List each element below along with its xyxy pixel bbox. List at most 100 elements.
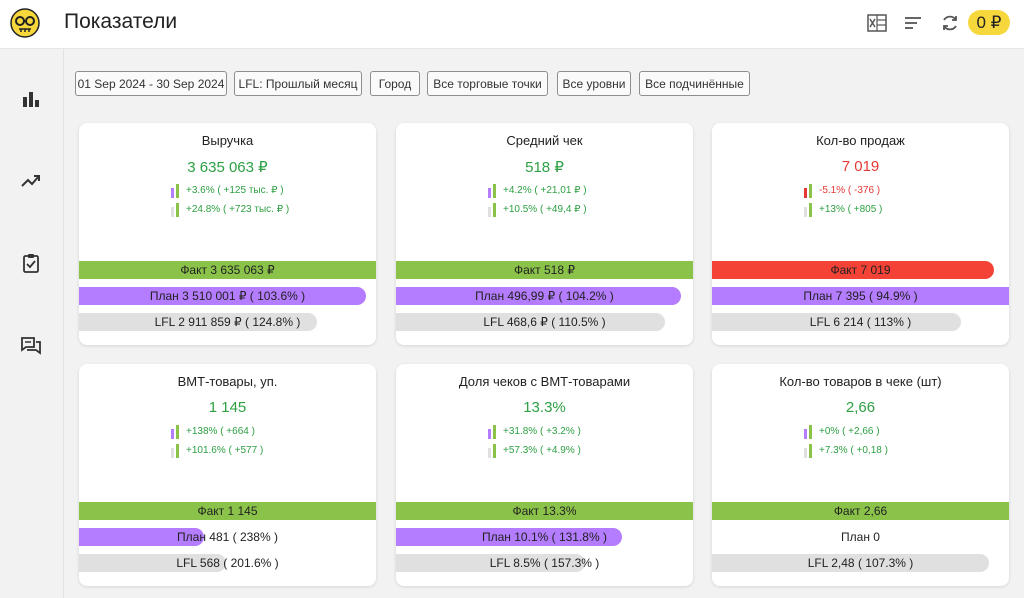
plan-bar: План 7 395 ( 94.9% ) (712, 287, 1009, 305)
subordinates-filter[interactable]: Все подчинённые (639, 71, 750, 96)
metric-value: 7 019 (841, 158, 880, 175)
levels-filter[interactable]: Все уровни (557, 71, 631, 96)
page-title: Показатели (64, 10, 178, 33)
plan-bar-label: План 496,99 ₽ ( 104.2% ) (475, 289, 614, 303)
metric-value: 2,66 (845, 399, 876, 416)
fact-bar: Факт 2,66 (712, 502, 1009, 520)
plan-bar-label: План 10.1% ( 131.8% ) (482, 530, 607, 544)
lfl-delta: +7.3% ( +0,18 ) (712, 444, 1009, 458)
plan-bar: План 481 ( 238% ) (79, 528, 376, 546)
skull-glasses-logo-icon[interactable] (10, 8, 40, 38)
lfl-bar: LFL 2 911 859 ₽ ( 124.8% ) (79, 313, 376, 331)
fact-bar: Факт 518 ₽ (396, 261, 693, 279)
plan-bar-label: План 3 510 001 ₽ ( 103.6% ) (149, 289, 306, 303)
plan-delta: +3.6% ( +125 тыс. ₽ ) (79, 184, 376, 198)
lfl-bar-label: LFL 568 ( 201.6% ) (176, 556, 279, 570)
clipboard-check-icon[interactable] (20, 252, 42, 274)
plan-compare-icon (171, 184, 179, 198)
lfl-delta-text: +13% ( +805 ) (819, 204, 883, 215)
plan-bar: План 3 510 001 ₽ ( 103.6% ) (79, 287, 376, 305)
bar-chart-icon[interactable] (20, 88, 42, 110)
metric-title: Доля чеков с ВМТ-товарами (458, 374, 631, 389)
refresh-icon[interactable] (939, 12, 961, 34)
plan-compare-icon (804, 184, 812, 198)
plan-bar-label: План 481 ( 238% ) (177, 530, 278, 544)
plan-bar-label: План 7 395 ( 94.9% ) (803, 289, 918, 303)
metric-card[interactable]: Кол-во продаж 7 019 -5.1% ( -376 ) +13% … (712, 123, 1009, 345)
metric-card[interactable]: Выручка 3 635 063 ₽ +3.6% ( +125 тыс. ₽ … (79, 123, 376, 345)
plan-delta-text: +3.6% ( +125 тыс. ₽ ) (186, 185, 284, 196)
lfl-delta-text: +10.5% ( +49,4 ₽ ) (503, 204, 587, 215)
plan-bar: План 496,99 ₽ ( 104.2% ) (396, 287, 693, 305)
plan-compare-icon (804, 425, 812, 439)
plan-delta-text: +4.2% ( +21,01 ₽ ) (503, 185, 587, 196)
metric-value: 13.3% (523, 399, 566, 416)
lfl-bar-label: LFL 8.5% ( 157.3% ) (489, 556, 600, 570)
plan-bar: План 10.1% ( 131.8% ) (396, 528, 693, 546)
fact-bar-label: Факт 3 635 063 ₽ (180, 263, 275, 277)
lfl-bar-label: LFL 6 214 ( 113% ) (809, 315, 912, 329)
metric-title: ВМТ-товары, уп. (177, 374, 278, 389)
plan-delta: +4.2% ( +21,01 ₽ ) (396, 184, 693, 198)
lfl-bar-label: LFL 2,48 ( 107.3% ) (807, 556, 914, 570)
sidebar (0, 49, 64, 598)
metric-title: Выручка (201, 133, 254, 148)
fact-bar-label: Факт 13.3% (512, 504, 577, 518)
date-range-filter[interactable]: 01 Sep 2024 - 30 Sep 2024 (75, 71, 227, 96)
lfl-delta: +24.8% ( +723 тыс. ₽ ) (79, 203, 376, 217)
plan-delta: +138% ( +664 ) (79, 425, 376, 439)
fact-bar: Факт 13.3% (396, 502, 693, 520)
lfl-delta-text: +7.3% ( +0,18 ) (819, 445, 888, 456)
plan-delta: +31.8% ( +3.2% ) (396, 425, 693, 439)
lfl-bar-label: LFL 2 911 859 ₽ ( 124.8% ) (154, 315, 301, 329)
fact-bar-label: Факт 518 ₽ (513, 263, 575, 277)
lfl-compare-icon (171, 203, 179, 217)
fact-bar-label: Факт 1 145 (197, 504, 258, 518)
lfl-compare-icon (488, 203, 496, 217)
plan-delta-text: +138% ( +664 ) (186, 426, 255, 437)
fact-bar-label: Факт 7 019 (830, 263, 891, 277)
lfl-delta: +10.5% ( +49,4 ₽ ) (396, 203, 693, 217)
metric-title: Средний чек (506, 133, 583, 148)
plan-delta-text: +31.8% ( +3.2% ) (503, 426, 581, 437)
top-bar: Показатели 0 ₽ (0, 0, 1024, 49)
lfl-delta-text: +101.6% ( +577 ) (186, 445, 264, 456)
lfl-bar: LFL 6 214 ( 113% ) (712, 313, 1009, 331)
plan-compare-icon (171, 425, 179, 439)
metric-card[interactable]: Доля чеков с ВМТ-товарами 13.3% +31.8% (… (396, 364, 693, 586)
sort-lines-icon[interactable] (902, 12, 924, 34)
trending-up-icon[interactable] (20, 170, 42, 192)
lfl-delta-text: +24.8% ( +723 тыс. ₽ ) (186, 204, 290, 215)
lfl-compare-icon (488, 444, 496, 458)
plan-bar: План 0 (712, 528, 1009, 546)
stores-filter[interactable]: Все торговые точки (427, 71, 548, 96)
plan-delta-text: +0% ( +2,66 ) (819, 426, 880, 437)
plan-compare-icon (488, 184, 496, 198)
metric-card[interactable]: ВМТ-товары, уп. 1 145 +138% ( +664 ) +10… (79, 364, 376, 586)
fact-bar: Факт 1 145 (79, 502, 376, 520)
lfl-bar: LFL 8.5% ( 157.3% ) (396, 554, 693, 572)
lfl-bar-label: LFL 468,6 ₽ ( 110.5% ) (483, 315, 606, 329)
lfl-compare-icon (171, 444, 179, 458)
metric-value: 1 145 (208, 399, 247, 416)
metric-value: 3 635 063 ₽ (187, 159, 268, 176)
metric-title: Кол-во продаж (816, 133, 905, 148)
plan-bar-label: План 0 (841, 530, 880, 544)
fact-bar: Факт 3 635 063 ₽ (79, 261, 376, 279)
fact-bar: Факт 7 019 (712, 261, 1009, 279)
chat-icon[interactable] (20, 335, 42, 357)
fact-bar-label: Факт 2,66 (833, 504, 888, 518)
metric-title: Кол-во товаров в чеке (шт) (779, 374, 942, 389)
lfl-bar: LFL 568 ( 201.6% ) (79, 554, 376, 572)
balance-badge[interactable]: 0 ₽ (968, 10, 1010, 35)
plan-delta: +0% ( +2,66 ) (712, 425, 1009, 439)
lfl-compare-icon (804, 203, 812, 217)
lfl-bar: LFL 468,6 ₽ ( 110.5% ) (396, 313, 693, 331)
city-filter[interactable]: Город (370, 71, 420, 96)
excel-icon[interactable] (866, 12, 888, 34)
lfl-filter[interactable]: LFL: Прошлый месяц (234, 71, 362, 96)
metric-card[interactable]: Кол-во товаров в чеке (шт) 2,66 +0% ( +2… (712, 364, 1009, 586)
lfl-compare-icon (804, 444, 812, 458)
metric-card[interactable]: Средний чек 518 ₽ +4.2% ( +21,01 ₽ ) +10… (396, 123, 693, 345)
lfl-delta: +101.6% ( +577 ) (79, 444, 376, 458)
